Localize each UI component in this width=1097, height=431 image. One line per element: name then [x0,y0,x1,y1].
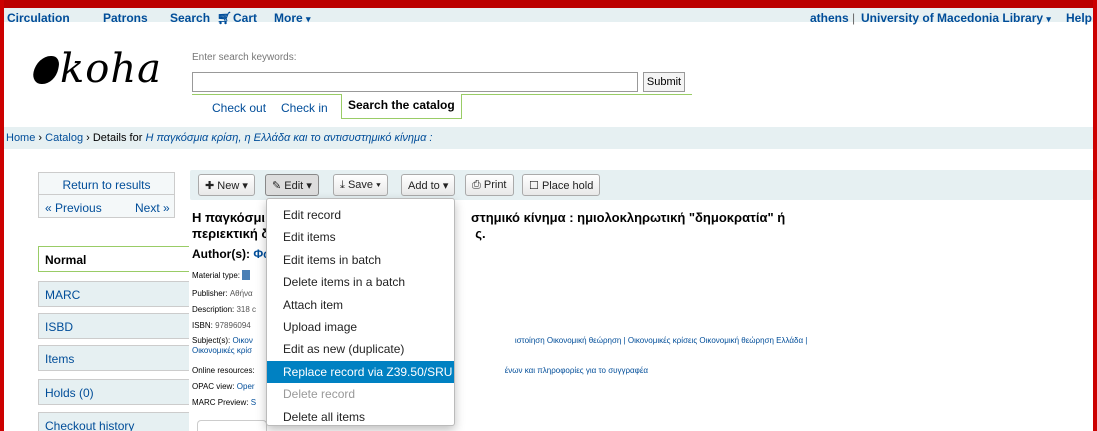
marc-preview: MARC Preview: S [192,398,257,407]
koha-logo-icon [31,56,61,84]
caret-down-icon: ▾ [306,14,311,24]
download-icon: ⤓ [340,178,345,191]
holdings-tab[interactable] [197,420,267,431]
caret-down-icon: ▾ [376,178,381,191]
book-icon [242,270,251,280]
add-to-button[interactable]: Add to ▾ [401,174,456,196]
top-navbar: Circulation Patrons Search 🛒︎ Cart More … [4,0,1093,25]
next-link[interactable]: Next » [135,201,170,215]
online-resource-link[interactable]: ένων και πληροφορίες για το συγγραφέα [505,366,648,375]
sidebar-tab-marc[interactable]: MARC [38,281,189,307]
plus-icon: ✚ [205,179,215,192]
menu-upload-image[interactable]: Upload image [267,316,454,338]
nav-circulation[interactable]: Circulation [7,11,70,25]
results-nav-box: Return to results « Previous Next » [38,172,175,218]
new-button[interactable]: ✚ New ▾ [198,174,255,196]
tab-check-in[interactable]: Check in [281,101,328,115]
search-tabs: Check out Check in Search the catalog [192,94,692,119]
sidebar-tab-items[interactable]: Items [38,345,189,371]
caret-down-icon: ▾ [306,179,312,192]
header: koha Enter search keywords: Submit Check… [4,30,1093,122]
menu-delete-record: Delete record [283,387,356,402]
isbn: ISBN: 97896094 [192,321,251,330]
menu-delete-items-batch[interactable]: Delete items in a batch [267,271,454,293]
menu-edit-as-new[interactable]: Edit as new (duplicate) [267,338,454,360]
breadcrumb: Home › Catalog › Details for Η παγκόσμια… [4,127,1093,149]
menu-delete-all-items[interactable]: Delete all items [267,406,454,428]
subjects-line2: Οικονομικές κρίσ [192,346,252,355]
sidebar-tab-holds[interactable]: Holds (0) [38,379,189,405]
breadcrumb-details-prefix: Details for [92,132,143,144]
menu-edit-items[interactable]: Edit items [267,226,454,248]
description: Description: 318 c [192,305,257,314]
marc-preview-link[interactable]: S [251,398,256,407]
nav-library[interactable]: University of Macedonia Library ▾ [861,11,1051,25]
record-author: Author(s): Φω [192,247,274,261]
sidebar-tab-checkout-history[interactable]: Checkout history [38,412,189,431]
subject-link[interactable]: Οικονομικές κρίσ [192,346,252,355]
caret-down-icon: ▾ [1046,14,1051,24]
subject-link[interactable]: Οικον [232,336,252,345]
nav-more[interactable]: More ▾ [274,11,311,25]
pencil-icon: ✎ [272,179,282,192]
tab-search-catalog[interactable]: Search the catalog [341,94,462,119]
caret-down-icon: ▾ [442,179,449,192]
menu-edit-record[interactable]: Edit record [267,204,454,226]
edit-dropdown-menu: Edit record Edit items Edit items in bat… [266,198,455,426]
return-to-results-link[interactable]: Return to results [39,173,174,195]
nav-separator: | [852,11,856,25]
nav-search[interactable]: Search [170,11,210,25]
bookmark-icon: ☐ [529,179,539,192]
place-hold-button[interactable]: ☐ Place hold [522,174,601,196]
breadcrumb-catalog[interactable]: Catalog [45,132,83,144]
record-toolbar: ✚ New ▾ ✎ Edit ▾ ⤓ Save ▾ Add to ▾ ⎙ Pri… [190,170,1093,200]
print-button[interactable]: ⎙ Print [465,174,514,196]
publisher: Publisher: Αθήνα [192,289,253,298]
submit-button[interactable]: Submit [643,72,685,92]
opac-view: OPAC view: Oper [192,382,255,391]
material-type: Material type: [192,270,251,280]
edit-button[interactable]: ✎ Edit ▾ [265,174,319,196]
nav-help[interactable]: Help [1066,11,1092,25]
koha-logo[interactable]: koha [31,46,162,92]
sidebar-tab-normal[interactable]: Normal [38,246,189,272]
save-button[interactable]: ⤓ Save ▾ [333,174,388,196]
menu-edit-items-batch[interactable]: Edit items in batch [267,249,454,271]
nav-user[interactable]: athens [810,11,849,25]
breadcrumb-home[interactable]: Home [6,132,35,144]
menu-attach-item[interactable]: Attach item [267,294,454,316]
nav-patrons[interactable]: Patrons [103,11,148,25]
previous-link[interactable]: « Previous [45,201,102,215]
breadcrumb-sep: › [86,132,93,144]
sidebar-tab-isbd[interactable]: ISBD [38,313,189,339]
menu-replace-record-z3950[interactable]: Replace record via Z39.50/SRU [267,360,454,384]
nav-cart[interactable]: Cart [233,11,257,25]
search-hint: Enter search keywords: [192,52,297,63]
search-input[interactable] [192,72,638,92]
printer-icon: ⎙ [472,178,481,191]
subject-link[interactable]: ιστοίηση Οικονομική θεώρηση | Οικονομικέ… [515,336,808,345]
cart-icon[interactable]: 🛒︎ [217,11,232,25]
tab-check-out[interactable]: Check out [212,101,266,115]
opac-link[interactable]: Oper [237,382,255,391]
caret-down-icon: ▾ [242,179,248,192]
breadcrumb-title: Η παγκόσμια κρίση, η Ελλάδα και το αντισ… [145,132,433,144]
